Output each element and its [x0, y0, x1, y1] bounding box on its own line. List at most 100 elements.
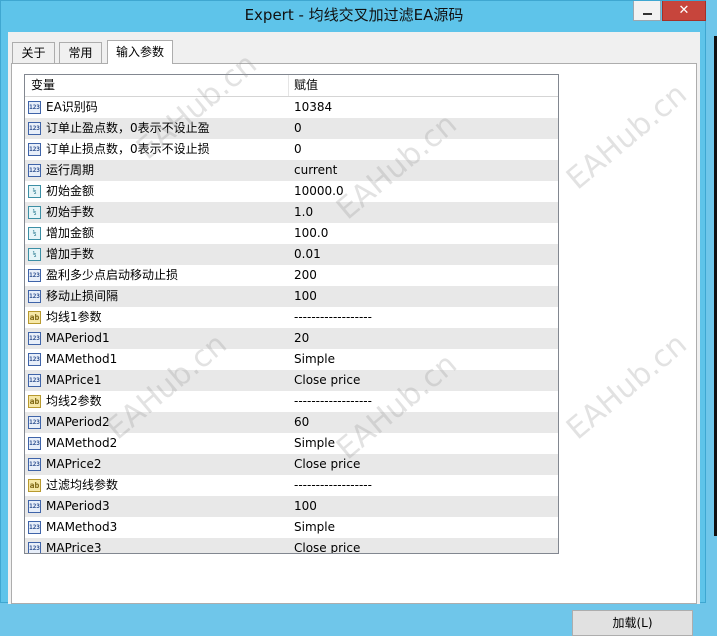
integer-type-icon: 123	[28, 164, 41, 177]
table-row[interactable]: 123 MAPeriod1 20	[25, 328, 558, 349]
expert-window: Expert - 均线交叉加过滤EA源码 ✕ 关于 常用 输入参数 变量 赋值 …	[0, 0, 706, 636]
parameter-name-cell: ab 均线1参数	[25, 307, 289, 328]
parameter-value[interactable]: Close price	[289, 370, 558, 391]
table-row[interactable]: 123 MAMethod2 Simple	[25, 433, 558, 454]
table-row[interactable]: 123 MAPrice3 Close price	[25, 538, 558, 554]
table-row[interactable]: ½ 增加金额 100.0	[25, 223, 558, 244]
parameter-value[interactable]: 0.01	[289, 244, 558, 265]
parameter-value[interactable]: 100.0	[289, 223, 558, 244]
parameter-value[interactable]: 10384	[289, 97, 558, 118]
parameter-name: 订单止损点数，0表示不设止损	[46, 142, 210, 156]
parameter-name-cell: 123 MAPeriod3	[25, 496, 289, 517]
table-row[interactable]: 123 MAPrice1 Close price	[25, 370, 558, 391]
column-header-value[interactable]: 赋值	[289, 75, 558, 96]
parameter-name: 订单止盈点数，0表示不设止盈	[46, 121, 210, 135]
table-row[interactable]: ½ 增加手数 0.01	[25, 244, 558, 265]
table-row[interactable]: ab 过滤均线参数 ------------------	[25, 475, 558, 496]
parameter-value[interactable]: 0	[289, 139, 558, 160]
parameter-name: 初始金额	[46, 184, 95, 198]
parameter-name: MAPrice3	[46, 541, 102, 554]
tab-input-parameters[interactable]: 输入参数	[107, 40, 173, 64]
parameter-name: MAPrice1	[46, 373, 102, 387]
double-type-icon: ½	[28, 185, 41, 198]
parameter-value[interactable]: ------------------	[289, 391, 558, 412]
column-header-variable[interactable]: 变量	[25, 75, 289, 96]
parameter-name-cell: 123 MAMethod3	[25, 517, 289, 538]
parameter-name-cell: 123 移动止损间隔	[25, 286, 289, 307]
table-row[interactable]: 123 盈利多少点启动移动止损 200	[25, 265, 558, 286]
load-button[interactable]: 加载(L)	[572, 610, 693, 636]
parameter-name: MAMethod2	[46, 436, 118, 450]
parameter-value[interactable]: 1.0	[289, 202, 558, 223]
parameter-name-cell: ab 均线2参数	[25, 391, 289, 412]
tab-about[interactable]: 关于	[12, 42, 55, 63]
parameter-value[interactable]: Simple	[289, 517, 558, 538]
parameter-name: MAMethod1	[46, 352, 118, 366]
table-row[interactable]: 123 MAPeriod2 60	[25, 412, 558, 433]
parameter-name-cell: 123 MAPeriod2	[25, 412, 289, 433]
parameter-name: 移动止损间隔	[46, 289, 119, 303]
parameter-value[interactable]: ------------------	[289, 307, 558, 328]
parameter-value[interactable]: Simple	[289, 433, 558, 454]
table-row[interactable]: ab 均线2参数 ------------------	[25, 391, 558, 412]
parameter-value[interactable]: ------------------	[289, 475, 558, 496]
parameter-value[interactable]: 20	[289, 328, 558, 349]
parameter-name: MAMethod3	[46, 520, 118, 534]
table-row[interactable]: 123 MAMethod3 Simple	[25, 517, 558, 538]
parameter-value[interactable]: Simple	[289, 349, 558, 370]
table-row[interactable]: 123 订单止损点数，0表示不设止损 0	[25, 139, 558, 160]
table-row[interactable]: ½ 初始手数 1.0	[25, 202, 558, 223]
integer-type-icon: 123	[28, 332, 41, 345]
integer-type-icon: 123	[28, 269, 41, 282]
integer-type-icon: 123	[28, 122, 41, 135]
parameter-name: EA识别码	[46, 100, 98, 114]
double-type-icon: ½	[28, 248, 41, 261]
parameter-value[interactable]: 100	[289, 496, 558, 517]
table-row[interactable]: 123 运行周期 current	[25, 160, 558, 181]
parameter-value[interactable]: 100	[289, 286, 558, 307]
double-type-icon: ½	[28, 206, 41, 219]
minimize-button[interactable]	[633, 1, 661, 21]
parameter-name-cell: 123 MAMethod2	[25, 433, 289, 454]
parameter-name-cell: 123 盈利多少点启动移动止损	[25, 265, 289, 286]
integer-type-icon: 123	[28, 458, 41, 471]
integer-type-icon: 123	[28, 437, 41, 450]
table-row[interactable]: ab 均线1参数 ------------------	[25, 307, 558, 328]
parameter-name-cell: 123 MAPrice2	[25, 454, 289, 475]
parameter-value[interactable]: current	[289, 160, 558, 181]
table-body: 123 EA识别码 10384 123 订单止盈点数，0表示不设止盈 0 123 订单止损点数…	[25, 97, 558, 554]
window-title: Expert - 均线交叉加过滤EA源码	[244, 6, 464, 24]
tab-common[interactable]: 常用	[59, 42, 102, 63]
close-icon: ✕	[678, 2, 690, 18]
parameter-value[interactable]: 10000.0	[289, 181, 558, 202]
table-row[interactable]: 123 移动止损间隔 100	[25, 286, 558, 307]
integer-type-icon: 123	[28, 374, 41, 387]
table-row[interactable]: 123 EA识别码 10384	[25, 97, 558, 118]
string-type-icon: ab	[28, 311, 41, 324]
parameter-name: MAPeriod1	[46, 331, 110, 345]
parameter-value[interactable]: 200	[289, 265, 558, 286]
parameter-name: 增加金额	[46, 226, 95, 240]
parameter-name-cell: 123 运行周期	[25, 160, 289, 181]
integer-type-icon: 123	[28, 290, 41, 303]
parameter-name-cell: 123 订单止盈点数，0表示不设止盈	[25, 118, 289, 139]
parameter-value[interactable]: Close price	[289, 454, 558, 475]
integer-type-icon: 123	[28, 143, 41, 156]
string-type-icon: ab	[28, 479, 41, 492]
close-button[interactable]: ✕	[662, 1, 706, 21]
table-row[interactable]: ½ 初始金额 10000.0	[25, 181, 558, 202]
parameter-value[interactable]: 60	[289, 412, 558, 433]
parameter-name: 均线1参数	[46, 310, 102, 324]
table-row[interactable]: 123 MAPrice2 Close price	[25, 454, 558, 475]
integer-type-icon: 123	[28, 416, 41, 429]
parameter-name-cell: ½ 增加金额	[25, 223, 289, 244]
table-row[interactable]: 123 订单止盈点数，0表示不设止盈 0	[25, 118, 558, 139]
table-row[interactable]: 123 MAMethod1 Simple	[25, 349, 558, 370]
parameters-table: 变量 赋值 123 EA识别码 10384 123 订单止盈点数，0表示不设止盈 0 123…	[24, 74, 559, 554]
parameter-name-cell: 123 订单止损点数，0表示不设止损	[25, 139, 289, 160]
parameter-value[interactable]: 0	[289, 118, 558, 139]
parameter-value[interactable]: Close price	[289, 538, 558, 553]
integer-type-icon: 123	[28, 521, 41, 534]
table-row[interactable]: 123 MAPeriod3 100	[25, 496, 558, 517]
parameter-name-cell: 123 MAPrice1	[25, 370, 289, 391]
